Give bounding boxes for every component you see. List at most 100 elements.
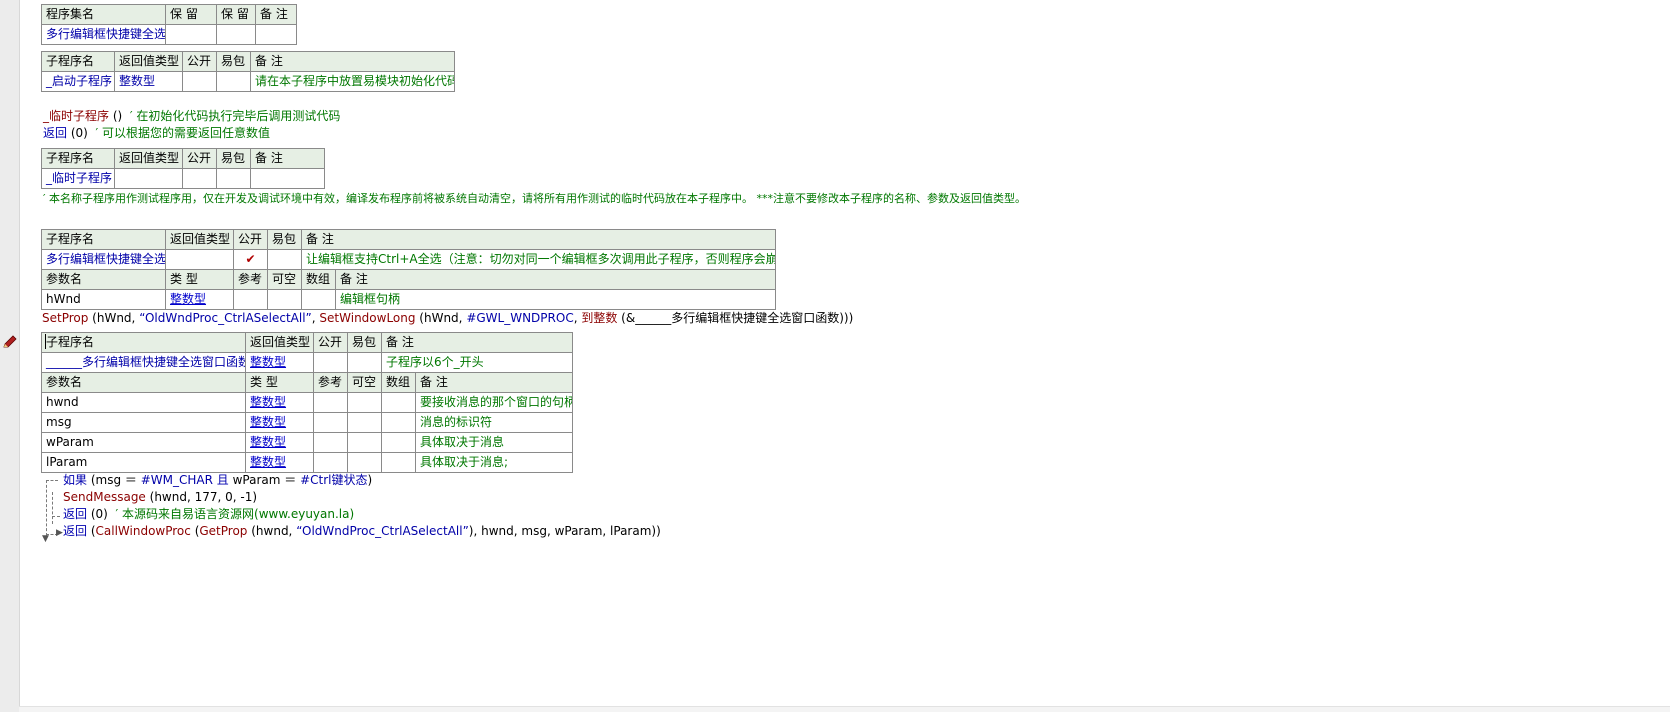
- param-row[interactable]: msg 整数型 消息的标识符: [41, 412, 574, 433]
- cell[interactable]: [313, 432, 348, 453]
- header-cell: 可空: [267, 269, 302, 290]
- param-row[interactable]: hwnd 整数型 要接收消息的那个窗口的句柄: [41, 392, 574, 413]
- cell[interactable]: [182, 168, 217, 189]
- code-line-return-callwindowproc[interactable]: 返回 (CallWindowProc (GetProp (hwnd, “OldW…: [63, 523, 661, 540]
- cell[interactable]: [255, 24, 297, 45]
- sub-remark[interactable]: 请在本子程序中放置易模块初始化代码: [250, 71, 455, 92]
- sub-remark[interactable]: 子程序以6个_开头: [380, 352, 574, 373]
- cell[interactable]: [347, 452, 382, 473]
- wndproc-sub-table: 子程序名 返回值类型 公开 易包 备 注 ______多行编辑框快捷键全选窗口函…: [41, 332, 574, 473]
- flow-arrow-icon: ▼: [42, 534, 49, 544]
- cell[interactable]: [313, 352, 348, 373]
- param-name[interactable]: wParam: [41, 432, 246, 453]
- cell[interactable]: [347, 352, 382, 373]
- param-name[interactable]: msg: [41, 412, 246, 433]
- temp-row[interactable]: _临时子程序: [41, 168, 325, 189]
- code-line-return-zero[interactable]: 返回 (0) ′ 本源码来自易语言资源网(www.eyuyan.la): [63, 506, 354, 523]
- param-name[interactable]: lParam: [41, 452, 246, 473]
- param-type[interactable]: 整数型: [245, 432, 314, 453]
- return-type[interactable]: 整数型: [114, 71, 183, 92]
- param-name[interactable]: hWnd: [41, 289, 166, 310]
- cell[interactable]: [313, 392, 348, 413]
- cell[interactable]: [267, 249, 302, 270]
- flow-line: [46, 480, 47, 536]
- cell[interactable]: [347, 412, 382, 433]
- return-keyword: 返回: [43, 126, 68, 140]
- header-cell: 类 型: [245, 372, 314, 393]
- param-type[interactable]: 整数型: [245, 452, 314, 473]
- code-comment: ′ 可以根据您的需要返回任意数值: [95, 126, 271, 140]
- cell[interactable]: [381, 392, 416, 413]
- param-remark[interactable]: 消息的标识符: [414, 412, 574, 433]
- header-cell: 子程序名: [41, 148, 115, 169]
- cell[interactable]: [165, 24, 217, 45]
- code-line-return[interactable]: 返回 (0) ′ 可以根据您的需要返回任意数值: [43, 125, 270, 142]
- cell[interactable]: [250, 168, 325, 189]
- cell[interactable]: [216, 71, 251, 92]
- cell[interactable]: [381, 432, 416, 453]
- temp-sub-comment[interactable]: ′ 本名称子程序用作测试程序用，仅在开发及调试环境中有效，编译发布程序前将被系统…: [43, 190, 1026, 207]
- param-name[interactable]: hwnd: [41, 392, 246, 413]
- temp-header-row: 子程序名 返回值类型 公开 易包 备 注: [41, 148, 325, 169]
- cell[interactable]: [267, 289, 302, 310]
- sub-name[interactable]: _启动子程序: [41, 71, 115, 92]
- cell[interactable]: [381, 452, 416, 473]
- cell[interactable]: [347, 432, 382, 453]
- header-cell: 程序集名: [41, 4, 166, 25]
- cell[interactable]: [347, 392, 382, 413]
- return-args: (0): [67, 126, 88, 140]
- flow-line: [46, 480, 58, 481]
- code-line-sendmessage[interactable]: SendMessage (hwnd, 177, 0, -1): [63, 489, 257, 506]
- cell[interactable]: [216, 168, 251, 189]
- param-remark[interactable]: 具体取决于消息: [414, 432, 574, 453]
- header-cell: 参数名: [41, 372, 246, 393]
- constant: #Ctrl键状态: [300, 473, 368, 487]
- code-line-setprop[interactable]: SetProp (hWnd, “OldWndProc_CtrlASelectAl…: [42, 310, 853, 327]
- cell[interactable]: [313, 412, 348, 433]
- param-row[interactable]: lParam 整数型 具体取决于消息;: [41, 452, 574, 473]
- cell[interactable]: [216, 24, 256, 45]
- call-name: 到整数: [581, 311, 618, 325]
- header-cell: 数组: [301, 269, 336, 290]
- startup-row[interactable]: _启动子程序 整数型 请在本子程序中放置易模块初始化代码: [41, 71, 455, 92]
- assembly-row[interactable]: 多行编辑框快捷键全选: [41, 24, 297, 45]
- param-remark[interactable]: 编辑框句柄: [334, 289, 777, 310]
- param-remark[interactable]: 具体取决于消息;: [414, 452, 574, 473]
- param-remark[interactable]: 要接收消息的那个窗口的句柄: [414, 392, 574, 413]
- param-row[interactable]: wParam 整数型 具体取决于消息: [41, 432, 574, 453]
- cell[interactable]: [114, 168, 183, 189]
- cell[interactable]: [313, 452, 348, 473]
- wndproc-sub-row[interactable]: ______多行编辑框快捷键全选窗口函数 整数型 子程序以6个_开头: [41, 352, 574, 373]
- return-type[interactable]: [165, 249, 234, 270]
- main-sub-row[interactable]: 多行编辑框快捷键全选 ✔ 让编辑框支持Ctrl+A全选（注意：切勿对同一个编辑框…: [41, 249, 777, 270]
- constant: #WM_CHAR: [140, 473, 213, 487]
- return-keyword: 返回: [63, 507, 88, 521]
- sub-name[interactable]: 多行编辑框快捷键全选: [41, 249, 166, 270]
- header-cell: 数组: [381, 372, 416, 393]
- header-cell: 易包: [347, 332, 382, 353]
- param-type[interactable]: 整数型: [165, 289, 234, 310]
- param-type[interactable]: 整数型: [245, 392, 314, 413]
- sub-name[interactable]: ______多行编辑框快捷键全选窗口函数: [41, 352, 246, 373]
- code-text: ): [367, 473, 373, 487]
- param-row[interactable]: hWnd 整数型 编辑框句柄: [41, 289, 777, 310]
- cell[interactable]: [381, 412, 416, 433]
- sub-name[interactable]: _临时子程序: [41, 168, 115, 189]
- if-keyword: 如果: [63, 473, 88, 487]
- header-cell: 返回值类型: [245, 332, 314, 353]
- code-line-call-temp[interactable]: _临时子程序 () ′ 在初始化代码执行完毕后调用测试代码: [43, 108, 340, 125]
- temp-sub-table: 子程序名 返回值类型 公开 易包 备 注 _临时子程序: [41, 148, 325, 189]
- return-type[interactable]: 整数型: [245, 352, 314, 373]
- header-cell: 公开: [182, 148, 217, 169]
- code-line-if[interactable]: 如果 (msg ＝ #WM_CHAR 且 wParam ＝ #Ctrl键状态): [63, 472, 372, 489]
- assembly-name[interactable]: 多行编辑框快捷键全选: [41, 24, 166, 45]
- cell[interactable]: [233, 289, 268, 310]
- code-editor[interactable]: 程序集名 保 留 保 留 备 注 多行编辑框快捷键全选 子程序名 返回值类型 公…: [0, 0, 1670, 712]
- cell[interactable]: [301, 289, 336, 310]
- param-type[interactable]: 整数型: [245, 412, 314, 433]
- sub-remark[interactable]: 让编辑框支持Ctrl+A全选（注意：切勿对同一个编辑框多次调用此子程序，否则程序…: [300, 249, 777, 270]
- check-icon[interactable]: ✔: [233, 249, 268, 270]
- flow-line: [52, 492, 53, 524]
- cell[interactable]: [182, 71, 217, 92]
- header-cell: 公开: [182, 51, 217, 72]
